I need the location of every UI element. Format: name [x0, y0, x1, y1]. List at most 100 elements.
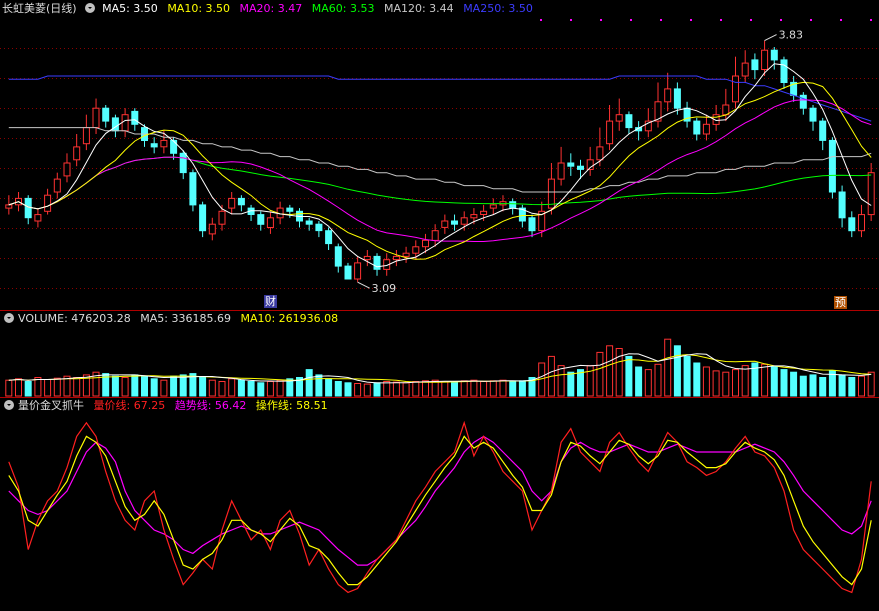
volume-bar [586, 365, 594, 397]
volume-bar [799, 375, 807, 397]
settings-gear-icon[interactable] [84, 3, 95, 13]
candle-body [848, 217, 856, 232]
volume-bar [441, 381, 449, 397]
candle-body [567, 162, 575, 167]
indicator-line1-readout: 量价线: 67.25 [93, 399, 166, 412]
volume-bar [179, 374, 187, 397]
volume-bar [732, 369, 739, 397]
top-tick [750, 19, 752, 21]
candle-body [451, 220, 458, 225]
candle-body [73, 146, 81, 161]
volume-bar [170, 375, 178, 397]
candle-body [208, 223, 216, 235]
indicator-line3-readout: 操作线: 58.51 [255, 399, 328, 412]
volume-bar [208, 379, 216, 397]
volume-bar [819, 377, 827, 397]
candle-body [780, 59, 788, 84]
volume-bar [160, 379, 168, 397]
volume-bar [644, 369, 652, 397]
volume-bar [654, 363, 662, 397]
top-tick [570, 19, 572, 21]
volume-bar [509, 381, 517, 397]
volume-bar [790, 371, 798, 397]
volume-bar [141, 375, 148, 397]
volume-bar [5, 379, 13, 397]
indicator-panel-header: 量价金叉抓牛 量价线: 67.25 趋势线: 56.42 操作线: 58.51 [2, 398, 334, 414]
candle-body [237, 197, 245, 206]
volume-bar [683, 355, 691, 397]
top-tick [870, 19, 872, 21]
top-tick [690, 19, 692, 21]
ma60-line [8, 156, 872, 210]
volume-bar [228, 378, 236, 397]
volume-bar [383, 381, 391, 397]
candle-body [828, 139, 836, 193]
candle-body [693, 120, 701, 135]
event-marker-forecast[interactable]: 预 [834, 296, 847, 309]
volume-bar [315, 374, 323, 397]
low-price-label: 3.09 [372, 282, 397, 295]
volume-bar [34, 377, 42, 397]
candle-body [179, 152, 187, 174]
candle-body [489, 204, 497, 209]
top-tick [630, 19, 632, 21]
candle-body [867, 172, 875, 216]
volume-bar [334, 381, 342, 397]
volume-bar [131, 374, 139, 397]
candle-body [741, 62, 749, 77]
volume-bar [111, 375, 119, 397]
ma250-readout: MA250: 3.50 [463, 2, 533, 15]
volume-bar [150, 378, 158, 397]
volume-panel-header: VOLUME: 476203.28 MA5: 336185.69 MA10: 2… [2, 311, 344, 327]
volume-bar [257, 382, 265, 397]
volume-bar [73, 377, 81, 397]
stock-chart[interactable]: 3.83 3.09 [0, 0, 879, 611]
volume-bar [780, 369, 788, 397]
volume-bar [625, 355, 633, 397]
volume-bar [276, 379, 284, 397]
ma10-readout: MA10: 3.50 [167, 2, 231, 15]
candle-body [170, 139, 178, 154]
top-tick [600, 19, 602, 21]
candle-body [441, 220, 449, 228]
candle-body [92, 107, 100, 128]
candle-body [460, 217, 468, 225]
event-marker-finance[interactable]: 财 [264, 295, 277, 308]
volume-settings-gear-icon[interactable] [4, 313, 14, 323]
candle-body [799, 94, 807, 109]
price-panel-header: 长虹美菱(日线) MA5: 3.50 MA10: 3.50 MA20: 3.47… [2, 1, 539, 17]
candle-body [150, 143, 158, 148]
candle-body [373, 255, 381, 270]
operation-line [8, 435, 872, 586]
volume-bar [848, 377, 856, 397]
candle-body [257, 214, 265, 225]
volume-bar [673, 345, 681, 397]
volume-bar [809, 374, 817, 397]
candle-body [24, 197, 32, 219]
volume-bar [858, 375, 865, 397]
candle-body [732, 75, 739, 103]
ma60-readout: MA60: 3.53 [311, 2, 375, 15]
volume-bar [44, 379, 52, 397]
candle-body [751, 59, 759, 71]
candle-body [53, 178, 61, 193]
volume-bar [518, 380, 526, 397]
candle-body [402, 252, 410, 257]
volume-bar [770, 366, 778, 397]
candle-body [218, 210, 226, 225]
candle-body [615, 114, 623, 122]
volume-bar [15, 378, 22, 397]
volume-bar [712, 370, 720, 397]
volume-bar [412, 381, 420, 397]
volume-bar [237, 379, 245, 397]
candle-body [625, 114, 633, 129]
candle-body [131, 110, 139, 125]
indicator-line2-readout: 趋势线: 56.42 [174, 399, 247, 412]
high-price-label: 3.83 [779, 29, 804, 42]
indicator-title: 量价金叉抓牛 [18, 399, 84, 412]
volume-bar [422, 380, 429, 397]
indicator-settings-gear-icon[interactable] [4, 400, 14, 410]
candle-body [199, 204, 207, 232]
candle-body [858, 214, 865, 232]
volume-bar [635, 366, 643, 397]
